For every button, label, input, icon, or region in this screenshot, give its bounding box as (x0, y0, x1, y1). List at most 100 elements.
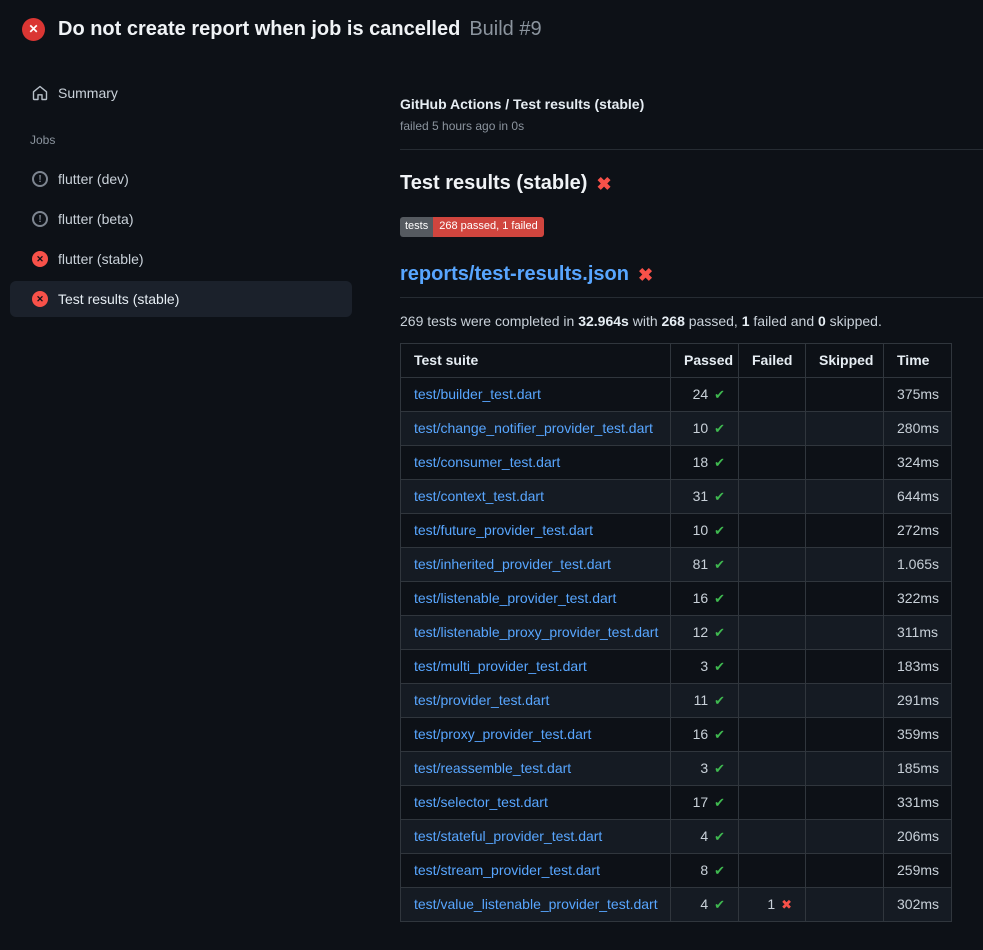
check-icon: ✔ (714, 557, 725, 572)
suite-link[interactable]: test/provider_test.dart (414, 692, 549, 708)
job-label: Test results (stable) (58, 291, 179, 307)
summary-text: passed, (685, 313, 742, 329)
failed-cell (739, 650, 806, 684)
x-icon: ✖ (638, 266, 653, 284)
suite-link[interactable]: test/reassemble_test.dart (414, 760, 571, 776)
time-cell: 272ms (884, 514, 952, 548)
passed-cell: 24 ✔ (671, 378, 739, 412)
suite-link[interactable]: test/builder_test.dart (414, 386, 541, 402)
results-table: Test suitePassedFailedSkippedTime test/b… (400, 343, 952, 922)
table-row: test/value_listenable_provider_test.dart… (401, 888, 952, 922)
skipped-cell (806, 752, 884, 786)
suite-link[interactable]: test/stream_provider_test.dart (414, 862, 600, 878)
summary-number: 0 (818, 313, 826, 329)
check-icon: ✔ (714, 659, 725, 674)
x-circle-icon: ✕ (32, 291, 48, 307)
check-icon: ✔ (714, 829, 725, 844)
failed-cell (739, 684, 806, 718)
passed-cell: 17 ✔ (671, 786, 739, 820)
check-icon: ✔ (714, 727, 725, 742)
passed-cell: 16 ✔ (671, 718, 739, 752)
results-table-header-row: Test suitePassedFailedSkippedTime (401, 344, 952, 378)
suite-cell: test/change_notifier_provider_test.dart (401, 412, 671, 446)
suite-cell: test/provider_test.dart (401, 684, 671, 718)
time-cell: 1.065s (884, 548, 952, 582)
skipped-cell (806, 378, 884, 412)
suite-link[interactable]: test/listenable_provider_test.dart (414, 590, 616, 606)
passed-cell: 4 ✔ (671, 820, 739, 854)
suite-cell: test/stream_provider_test.dart (401, 854, 671, 888)
sidebar-item-test-results-stable[interactable]: ✕ Test results (stable) (10, 281, 352, 317)
time-cell: 291ms (884, 684, 952, 718)
skipped-cell (806, 616, 884, 650)
x-icon: ✖ (781, 897, 792, 912)
skipped-cell (806, 548, 884, 582)
summary-line: 269 tests were completed in 32.964s with… (400, 313, 983, 329)
alert-circle-icon: ! (32, 211, 48, 227)
sidebar-item-flutter-dev[interactable]: !flutter (dev) (10, 161, 352, 197)
sidebar-item-flutter-stable[interactable]: ✕flutter (stable) (10, 241, 352, 277)
suite-link[interactable]: test/value_listenable_provider_test.dart (414, 896, 658, 912)
page-title: Do not create report when job is cancell… (58, 18, 460, 41)
section-title-text: Test results (stable) (400, 172, 587, 195)
suite-cell: test/listenable_proxy_provider_test.dart (401, 616, 671, 650)
passed-cell: 3 ✔ (671, 650, 739, 684)
skipped-cell (806, 650, 884, 684)
table-row: test/selector_test.dart 17 ✔ 331ms (401, 786, 952, 820)
suite-link[interactable]: test/consumer_test.dart (414, 454, 560, 470)
summary-label: Summary (58, 85, 118, 101)
summary-number: 32.964s (578, 313, 629, 329)
suite-link[interactable]: test/listenable_proxy_provider_test.dart (414, 624, 658, 640)
suite-link[interactable]: test/multi_provider_test.dart (414, 658, 587, 674)
passed-cell: 4 ✔ (671, 888, 739, 922)
time-cell: 259ms (884, 854, 952, 888)
suite-link[interactable]: test/future_provider_test.dart (414, 522, 593, 538)
skipped-cell (806, 582, 884, 616)
failed-cell (739, 378, 806, 412)
summary-text: with (629, 313, 662, 329)
x-circle-icon: ✕ (32, 251, 48, 267)
table-row: test/listenable_provider_test.dart16 ✔32… (401, 582, 952, 616)
summary-text: failed and (750, 313, 819, 329)
suite-cell: test/selector_test.dart (401, 786, 671, 820)
job-label: flutter (beta) (58, 211, 133, 227)
report-link[interactable]: reports/test-results.json (400, 263, 629, 286)
time-cell: 644ms (884, 480, 952, 514)
suite-link[interactable]: test/inherited_provider_test.dart (414, 556, 611, 572)
check-icon: ✔ (714, 795, 725, 810)
check-icon: ✔ (714, 455, 725, 470)
suite-cell: test/consumer_test.dart (401, 446, 671, 480)
sidebar-item-flutter-beta[interactable]: ! flutter (beta) (10, 201, 352, 237)
table-row: test/future_provider_test.dart10 ✔272ms (401, 514, 952, 548)
time-cell: 331ms (884, 786, 952, 820)
passed-cell: 10 ✔ (671, 412, 739, 446)
column-header-passed: Passed (671, 344, 739, 378)
check-icon: ✔ (714, 897, 725, 912)
failed-cell (739, 446, 806, 480)
suite-link[interactable]: test/stateful_provider_test.dart (414, 828, 602, 844)
failed-cell: 1 ✖ (739, 888, 806, 922)
suite-link[interactable]: test/selector_test.dart (414, 794, 548, 810)
failed-cell (739, 480, 806, 514)
suite-link[interactable]: test/change_notifier_provider_test.dart (414, 420, 653, 436)
failed-cell (739, 582, 806, 616)
failed-cell (739, 718, 806, 752)
sidebar-item-summary[interactable]: Summary (10, 75, 352, 111)
passed-cell: 81 ✔ (671, 548, 739, 582)
check-icon: ✔ (714, 421, 725, 436)
column-header-test-suite: Test suite (401, 344, 671, 378)
sidebar: Summary Jobs !flutter (dev)!flutter (bet… (0, 58, 368, 321)
check-icon: ✔ (714, 693, 725, 708)
suite-cell: test/proxy_provider_test.dart (401, 718, 671, 752)
alert-circle-icon: ! (32, 171, 48, 187)
suite-cell: test/reassemble_test.dart (401, 752, 671, 786)
skipped-cell (806, 854, 884, 888)
table-row: test/inherited_provider_test.dart 81 ✔ 1.0… (401, 548, 952, 582)
passed-cell: 18 ✔ (671, 446, 739, 480)
suite-cell: test/multi_provider_test.dart (401, 650, 671, 684)
suite-link[interactable]: test/context_test.dart (414, 488, 544, 504)
summary-number: 268 (662, 313, 685, 329)
suite-link[interactable]: test/proxy_provider_test.dart (414, 726, 591, 742)
time-cell: 359ms (884, 718, 952, 752)
time-cell: 311ms (884, 616, 952, 650)
